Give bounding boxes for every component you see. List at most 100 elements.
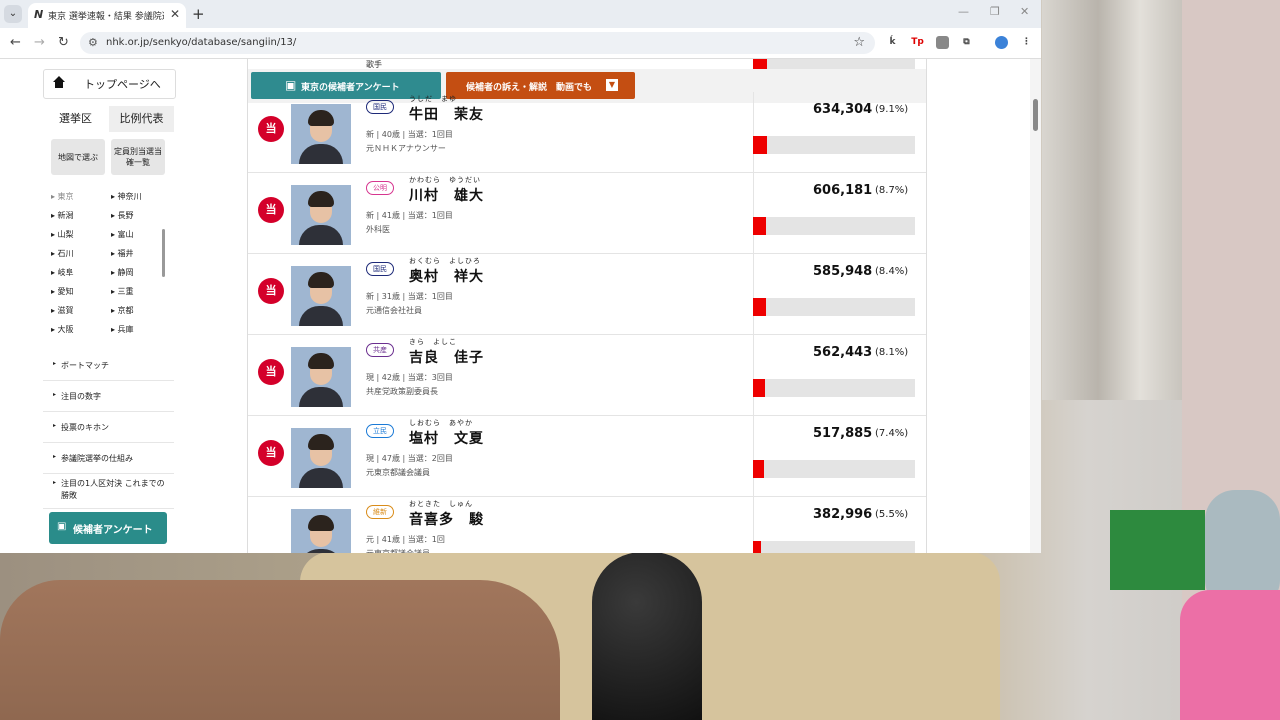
site-info-icon[interactable]: ⚙ [88,36,98,49]
candidate-furigana: うしだ まゆ [409,95,457,103]
prefecture-link[interactable]: ▸ 長野 [111,210,134,221]
home-label: トップページへ [84,78,161,91]
candidate-job: 元東京都議会議員 [366,548,430,553]
vote-bar [753,136,915,154]
vote-percent: (7.4%) [875,428,909,439]
divider [753,416,754,496]
profile-icon[interactable] [995,36,1008,49]
link-key-numbers[interactable]: ▸ 注目の数字 [43,381,174,412]
vote-count: 562,443 [813,345,873,360]
menu-icon[interactable]: ⋮ [1020,36,1033,49]
minimize-icon[interactable]: — [958,5,969,18]
prefecture-link[interactable]: ▸ 三重 [111,286,134,297]
extension-icon[interactable]: ⧉ [960,36,973,49]
candidate-name: 奥村 祥大 [409,269,484,285]
candidate-photo [291,428,351,488]
candidate-job: 元通信会社社員 [366,306,422,315]
prefecture-link[interactable]: ▸ 静岡 [111,267,134,278]
link-vote-match[interactable]: ▸ ボートマッチ [43,350,174,381]
candidate-row[interactable]: 維新 おときた しゅん音喜多 駿元 | 41歳 | 当選：1回元東京都議会議員 38… [248,497,926,553]
candidate-job: 外科医 [366,225,390,234]
map-select-button[interactable]: 地図で選ぶ [51,139,105,175]
prefecture-link[interactable]: ▸ 石川 [51,248,74,259]
prefecture-link[interactable]: ▸ 兵庫 [111,324,134,335]
tab-bar: ⌄ N 東京 選挙速報・結果 参議院選挙 ✕ + — ❐ ✕ [0,0,1041,28]
candidate-row[interactable]: 当 国民 うしだ まゆ 牛田 茉友新 | 40歳 | 当選：1回目 元ＮＨＫアナウンサー… [248,92,926,173]
tab-hirei[interactable]: 比例代表 [109,106,174,132]
prefecture-link[interactable]: ▸ 京都 [111,305,134,316]
candidate-row[interactable]: 当 共産 きら よしこ 吉良 佳子現 | 42歳 | 当選：3回目 共産党政策副委員長 5… [248,335,926,416]
window-close-icon[interactable]: ✕ [1020,5,1029,18]
chevron-down-icon: ▼ [606,79,618,91]
vote-percent: (5.5%) [875,509,909,520]
vote-count: 382,996 [813,507,873,522]
candidate-row[interactable]: 当 立民 しおむら あやか 塩村 文夏現 | 47歳 | 当選：2回目 元東京都議会議員… [248,416,926,497]
candidate-survey-button[interactable]: ▣ 候補者アンケート [49,512,167,544]
vote-bar-fill [753,541,761,553]
extension-1-icon[interactable]: ḱ [886,36,899,49]
link-voting-basics[interactable]: ▸ 投票のキホン [43,412,174,443]
vote-bar [753,541,915,553]
elected-badge: 当 [258,440,284,466]
link-system[interactable]: ▸ 参議院選挙の仕組み [43,443,174,474]
prefecture-link[interactable]: ▸ 富山 [111,229,134,240]
vote-percent: (8.4%) [875,266,909,277]
extension-3-icon[interactable] [936,36,949,49]
address-bar: ← → ↻ ⚙ nhk.or.jp/senkyo/database/sangii… [0,28,1041,59]
prefecture-link[interactable]: ▸ 滋賀 [51,305,74,316]
url-field[interactable]: ⚙ nhk.or.jp/senkyo/database/sangiin/13/ … [80,32,875,54]
candidate-job: 共産党政策副委員長 [366,387,438,396]
candidate-photo [291,185,351,245]
vote-count: 606,181 [813,183,873,198]
browser-window: ⌄ N 東京 選挙速報・結果 参議院選挙 ✕ + — ❐ ✕ ← → ↻ ⚙ n… [0,0,1041,553]
winners-list-button[interactable]: 定員別当選当確一覧 [111,139,165,175]
prefecture-link[interactable]: ▸ 岐阜 [51,267,74,278]
candidate-job: 元ＮＨＫアナウンサー [366,144,446,153]
elected-badge: 当 [258,359,284,385]
vote-percent: (8.1%) [875,347,909,358]
prefecture-link[interactable]: ▸ 愛知 [51,286,74,297]
webcam-box [1110,510,1205,590]
prefecture-link[interactable]: ▸ 神奈川 [111,191,142,202]
home-icon [53,76,65,88]
close-icon[interactable]: ✕ [170,7,180,21]
candidate-meta: 現 | 47歳 | 当選：2回目 [366,454,453,463]
restore-icon[interactable]: ❐ [990,5,1000,18]
star-icon[interactable]: ☆ [853,35,865,50]
home-link[interactable]: トップページへ [43,69,176,99]
prefecture-link[interactable]: ▸ 大阪 [51,324,74,335]
back-icon[interactable]: ← [10,35,21,50]
prefecture-link[interactable]: ▸ 山梨 [51,229,74,240]
prefecture-link[interactable]: ▸ 東京 [51,191,74,202]
reload-icon[interactable]: ↻ [58,35,69,50]
vote-bar-fill [753,379,765,397]
party-badge: 共産 [366,343,394,357]
vote-bar-fill [753,298,766,316]
prefecture-link[interactable]: ▸ 新潟 [51,210,74,221]
candidate-row[interactable]: 当 公明 かわむら ゆうだい 川村 雄大新 | 41歳 | 当選：1回目 外科医 606,… [248,173,926,254]
chevron-down-icon[interactable]: ⌄ [4,5,22,23]
party-badge: 公明 [366,181,394,195]
prefecture-scrollbar[interactable] [162,229,165,277]
tab-senkyoku[interactable]: 選挙区 [43,106,108,134]
forward-icon[interactable]: → [34,35,45,50]
candidate-meta: 新 | 31歳 | 当選：1回目 [366,292,453,301]
plus-icon[interactable]: + [192,5,205,23]
candidate-meta: 新 | 41歳 | 当選：1回目 [366,211,453,220]
page-content: トップページへ 選挙区 比例代表 地図で選ぶ 定員別当選当確一覧 ▸ 東京 ▸ 神… [0,59,1041,553]
prefecture-link[interactable]: ▸ 福井 [111,248,134,259]
candidate-photo [291,347,351,407]
candidate-name: 音喜多 駿 [409,512,484,528]
link-one-seat-matchups[interactable]: ▸ 注目の1人区対決 これまでの勝敗 [43,474,174,509]
candidate-meta: 元 | 41歳 | 当選：1回 [366,535,445,544]
page-scrollbar[interactable] [1030,59,1041,553]
candidate-meta: 現 | 42歳 | 当選：3回目 [366,373,453,382]
browser-tab[interactable]: N 東京 選挙速報・結果 参議院選挙 ✕ [28,3,186,28]
extension-2-icon[interactable]: Tp [911,36,924,49]
party-badge: 維新 [366,505,394,519]
divider [753,335,754,415]
elected-badge: 当 [258,197,284,223]
elected-badge: 当 [258,278,284,304]
candidate-row[interactable]: 当 国民 おくむら よしひろ 奥村 祥大新 | 31歳 | 当選：1回目 元通信会社社員… [248,254,926,335]
vote-bar [753,217,915,235]
